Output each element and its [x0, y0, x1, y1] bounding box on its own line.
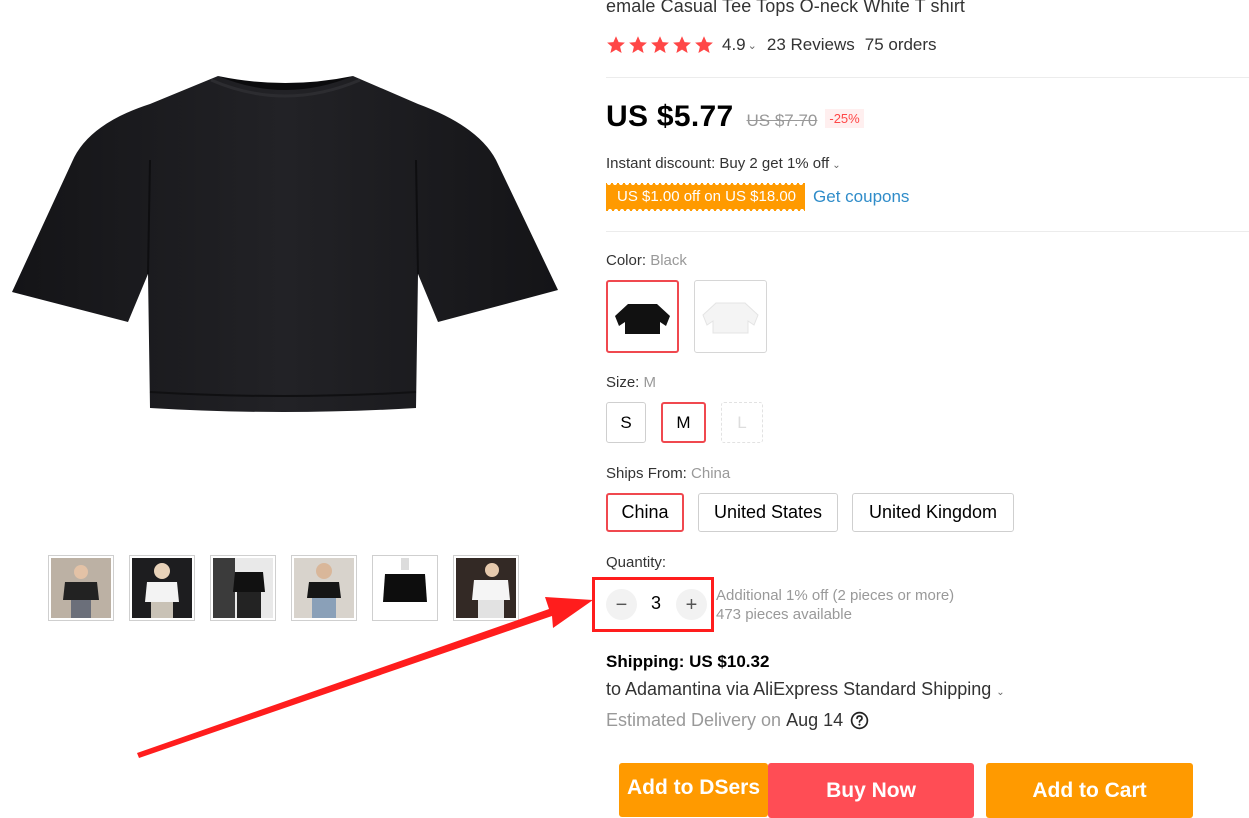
shipping-destination[interactable]: to Adamantina via AliExpress Standard Sh…	[606, 679, 1015, 700]
size-label: Size: M	[606, 374, 657, 391]
get-coupons-link[interactable]: Get coupons	[813, 187, 909, 207]
quantity-label: Quantity:	[606, 554, 667, 571]
star-icon	[695, 36, 713, 53]
coupon-row: US $1.00 off on US $18.00 Get coupons	[606, 183, 909, 211]
thumbnail-image[interactable]	[210, 555, 276, 621]
add-to-cart-button[interactable]: Add to Cart	[986, 763, 1193, 818]
orders-count: 75 orders	[864, 35, 937, 54]
buy-now-button[interactable]: Buy Now	[768, 763, 974, 818]
thumbnail-image[interactable]	[48, 555, 114, 621]
color-label: Color: Black	[606, 252, 687, 269]
divider	[606, 231, 1249, 232]
size-option-l: L	[721, 402, 763, 443]
size-selected-value: M	[643, 374, 657, 391]
main-product-image[interactable]	[8, 0, 563, 520]
ships-from-label: Ships From: China	[606, 465, 731, 482]
rating-value[interactable]: 4.9	[722, 35, 746, 55]
quantity-available: 473 pieces available	[716, 606, 852, 623]
thumbnail-image[interactable]	[372, 555, 438, 621]
ships-from-selected-value: China	[691, 465, 731, 482]
thumbnail-image[interactable]	[453, 555, 519, 621]
thumbnail-image[interactable]	[129, 555, 195, 621]
reviews-link[interactable]: 23 Reviews	[767, 35, 855, 55]
price-row: US $5.77 US $7.70 -25%	[606, 100, 864, 134]
thumbnail-image[interactable]	[291, 555, 357, 621]
product-title: emale Casual Tee Tops O-neck White T shi…	[606, 0, 966, 16]
ships-from-china[interactable]: China	[606, 493, 684, 532]
quantity-increase-button[interactable]: +	[676, 589, 707, 620]
star-icon	[651, 36, 669, 53]
size-option-s[interactable]: S	[606, 402, 646, 443]
color-swatch-white[interactable]	[694, 280, 767, 353]
minus-icon: −	[615, 593, 628, 616]
discount-badge: -25%	[825, 109, 864, 128]
chevron-down-icon: ⌄	[996, 687, 1005, 698]
quantity-input[interactable]: 3	[649, 593, 663, 614]
quantity-discount-note: Additional 1% off (2 pieces or more)	[716, 587, 955, 604]
delivery-label: Estimated Delivery on	[606, 710, 782, 730]
question-circle-icon[interactable]	[850, 711, 869, 730]
delivery-date: Aug 14	[786, 710, 844, 730]
ships-from-united-kingdom[interactable]: United Kingdom	[852, 493, 1014, 532]
instant-discount-text: Instant discount: Buy 2 get 1% off	[606, 155, 830, 172]
coupon-badge: US $1.00 off on US $18.00	[606, 183, 806, 211]
star-icon	[607, 36, 625, 53]
star-icon	[673, 36, 691, 53]
plus-icon: +	[685, 593, 698, 616]
add-to-dsers-button[interactable]: Add to DSers	[619, 763, 768, 817]
color-selected-value: Black	[650, 252, 687, 269]
estimated-delivery: Estimated Delivery on Aug 14	[606, 710, 869, 731]
ships-from-united-states[interactable]: United States	[698, 493, 838, 532]
chevron-down-icon[interactable]: ⌄	[748, 39, 757, 52]
thumbnail-strip	[48, 555, 519, 621]
quantity-decrease-button[interactable]: −	[606, 589, 637, 620]
star-icon	[629, 36, 647, 53]
current-price: US $5.77	[606, 100, 734, 133]
color-swatch-black[interactable]	[606, 280, 679, 353]
original-price: US $7.70	[746, 111, 818, 130]
rating-stars	[606, 35, 714, 55]
chevron-down-icon: ⌄	[832, 160, 841, 171]
shipping-destination-text: to Adamantina via AliExpress Standard Sh…	[606, 679, 992, 699]
instant-discount[interactable]: Instant discount: Buy 2 get 1% off ⌄	[606, 155, 851, 172]
size-option-m[interactable]: M	[661, 402, 706, 443]
rating-row: 4.9 ⌄ 23 Reviews 75 orders	[606, 35, 937, 55]
shipping-cost: Shipping: US $10.32	[606, 652, 770, 671]
product-info-panel: emale Casual Tee Tops O-neck White T shi…	[592, 0, 1249, 818]
divider	[606, 77, 1249, 78]
